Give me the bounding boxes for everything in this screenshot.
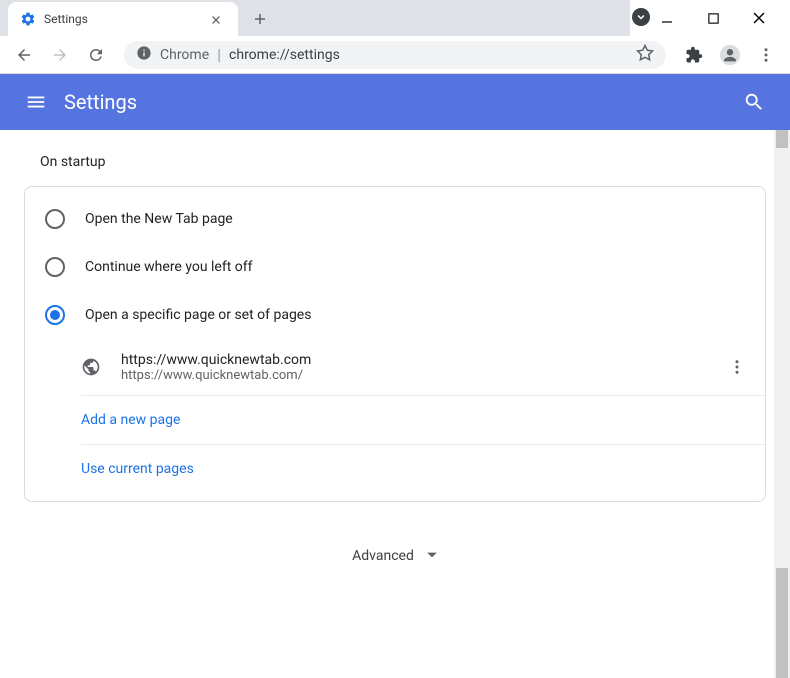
page-title: Settings <box>64 90 734 114</box>
radio-icon <box>45 257 65 277</box>
radio-label: Open the New Tab page <box>85 211 233 227</box>
scroll-arrow-up[interactable] <box>776 130 788 148</box>
forward-button[interactable] <box>44 39 76 71</box>
startup-page-item: https://www.quicknewtab.com https://www.… <box>81 339 765 396</box>
new-tab-button[interactable] <box>246 5 274 33</box>
tab-strip: Settings <box>0 0 630 36</box>
omnibox-prefix: Chrome <box>160 47 209 63</box>
page-item-menu-button[interactable] <box>721 351 753 383</box>
site-info-icon[interactable] <box>136 45 152 65</box>
advanced-toggle[interactable]: Advanced <box>24 526 766 605</box>
page-title-text: https://www.quicknewtab.com <box>121 352 721 368</box>
add-new-page-link[interactable]: Add a new page <box>81 396 765 445</box>
section-title-startup: On startup <box>24 154 766 170</box>
reload-button[interactable] <box>80 39 112 71</box>
tab-close-icon[interactable] <box>210 11 226 27</box>
back-button[interactable] <box>8 39 40 71</box>
window-minimize-button[interactable] <box>660 11 674 25</box>
window-close-button[interactable] <box>752 11 766 25</box>
extensions-button[interactable] <box>678 39 710 71</box>
tab-search-button[interactable] <box>632 8 650 26</box>
scrollbar[interactable] <box>774 130 790 678</box>
tab-title: Settings <box>44 12 202 26</box>
radio-icon <box>45 305 65 325</box>
chrome-menu-button[interactable] <box>750 39 782 71</box>
use-current-pages-link[interactable]: Use current pages <box>81 445 765 493</box>
caret-down-icon <box>426 546 438 565</box>
globe-icon <box>81 357 101 377</box>
scroll-thumb[interactable] <box>776 568 788 678</box>
tab-settings[interactable]: Settings <box>8 2 238 36</box>
hamburger-menu-button[interactable] <box>16 82 56 122</box>
bookmark-star-icon[interactable] <box>636 44 654 66</box>
settings-header: Settings <box>0 74 790 130</box>
startup-option-newtab[interactable]: Open the New Tab page <box>25 195 765 243</box>
address-bar[interactable]: Chrome | chrome://settings <box>124 41 666 69</box>
advanced-label: Advanced <box>352 548 414 564</box>
browser-toolbar: Chrome | chrome://settings <box>0 36 790 74</box>
radio-label: Continue where you left off <box>85 259 253 275</box>
settings-content: On startup Open the New Tab page Continu… <box>0 130 790 678</box>
startup-page-list: https://www.quicknewtab.com https://www.… <box>25 339 765 493</box>
page-text: https://www.quicknewtab.com https://www.… <box>121 352 721 383</box>
profile-button[interactable] <box>714 39 746 71</box>
window-maximize-button[interactable] <box>706 11 720 25</box>
settings-gear-icon <box>20 11 36 27</box>
radio-label: Open a specific page or set of pages <box>85 307 311 323</box>
omnibox-divider: | <box>217 45 221 64</box>
page-url-text: https://www.quicknewtab.com/ <box>121 368 721 383</box>
search-button[interactable] <box>734 82 774 122</box>
startup-card: Open the New Tab page Continue where you… <box>24 186 766 502</box>
startup-option-continue[interactable]: Continue where you left off <box>25 243 765 291</box>
startup-option-specific[interactable]: Open a specific page or set of pages <box>25 291 765 339</box>
omnibox-url: chrome://settings <box>229 47 628 63</box>
chevron-down-icon <box>632 8 650 26</box>
radio-icon <box>45 209 65 229</box>
